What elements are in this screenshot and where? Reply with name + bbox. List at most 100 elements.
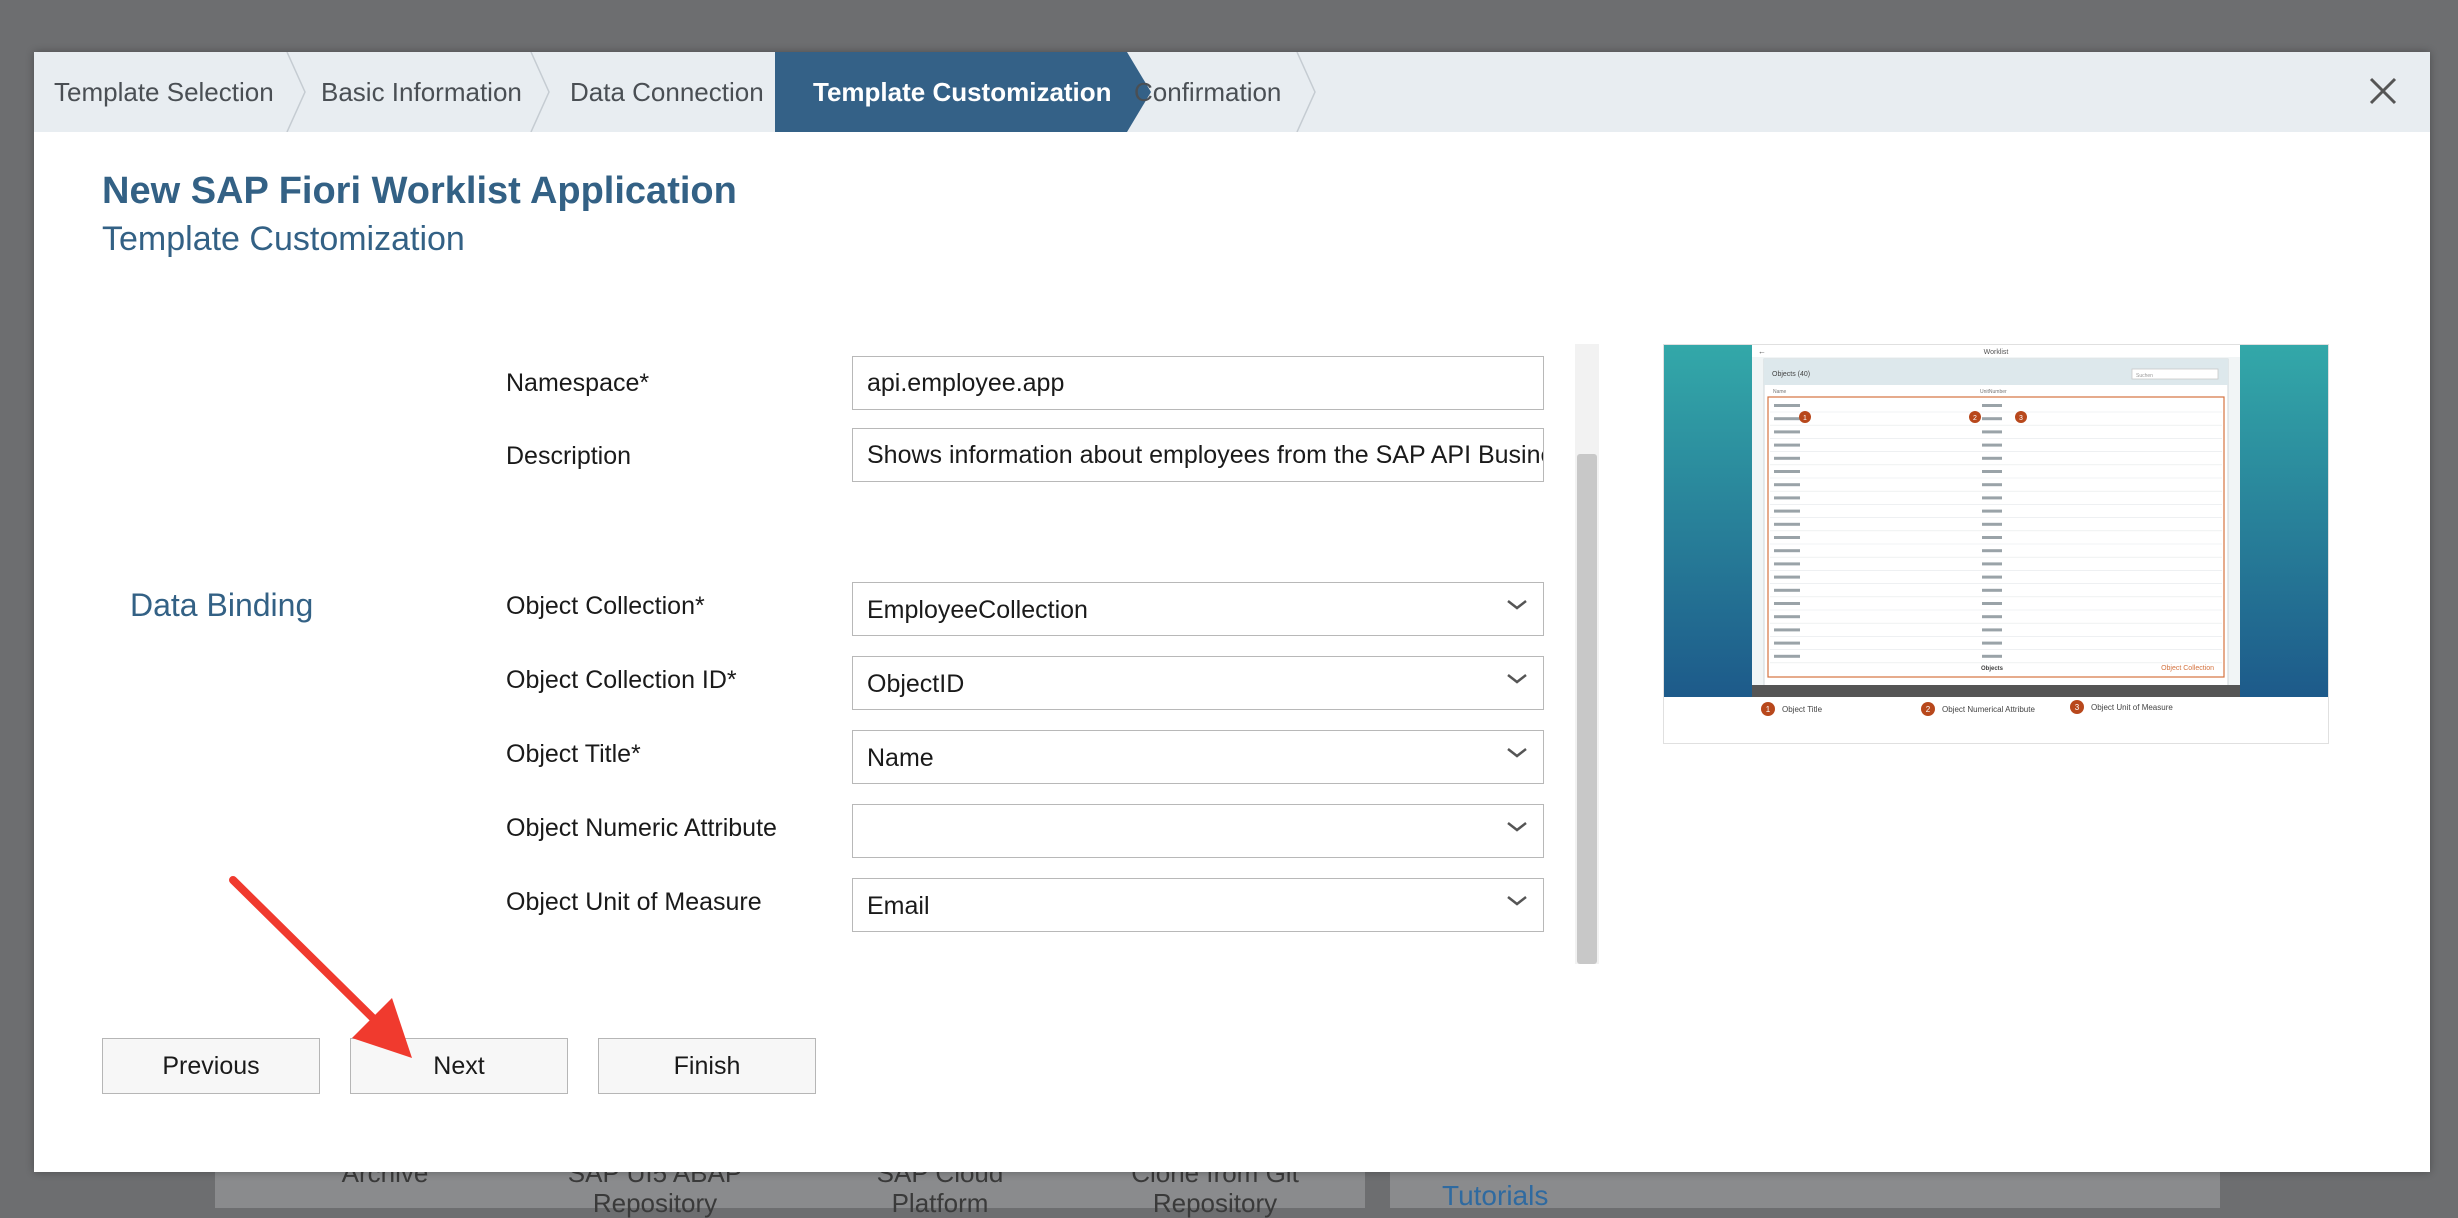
step-separator [1296,52,1316,132]
dialog-subtitle: Template Customization [102,220,465,258]
next-button[interactable]: Next [350,1038,568,1094]
template-preview-graphic: Worklist ← Objects (40) Suchen Name Unit… [1664,345,2328,716]
preview-row-value [1982,549,2002,553]
object-numeric-attribute-label: Object Numeric Attribute [506,814,777,842]
preview-row-name [1774,404,1800,407]
preview-row-value [1982,470,2002,473]
preview-footer-label: Objects [1981,666,2004,672]
object-unit-of-measure-value: Email [867,892,930,920]
wizard-step-bar: Template Selection Basic Information Dat… [34,52,2430,132]
step-data-connection[interactable]: Data Connection [570,52,764,132]
legend-object-title: Object Title [1782,705,1823,714]
description-label: Description [506,442,632,470]
chevron-down-icon [1507,822,1527,832]
previous-button[interactable]: Previous [102,1038,320,1094]
preview-badge-1-number: 1 [1803,415,1807,422]
object-numeric-attribute-select[interactable] [852,804,1544,858]
description-input[interactable]: Shows information about employees from t… [852,428,1544,482]
chevron-down-icon [1507,674,1527,684]
tutorials-link[interactable]: Tutorials [1442,1180,1548,1212]
legend-object-numerical-attribute: Object Numerical Attribute [1942,705,2035,714]
namespace-input[interactable]: api.employee.app [852,356,1544,410]
data-binding-label: Data Binding [130,587,314,623]
preview-row-name [1774,522,1800,526]
step-basic-information[interactable]: Basic Information [321,52,522,132]
object-collection-id-value: ObjectID [867,670,965,698]
preview-row-name [1774,443,1800,447]
preview-row-name [1774,456,1800,460]
preview-row-value [1982,404,2002,407]
preview-row-value [1982,443,2002,447]
step-confirmation[interactable]: Confirmation [1134,52,1281,132]
preview-row-name [1774,483,1800,487]
preview-app-bar-title: Worklist [1984,349,2009,356]
object-title-label: Object Title* [506,740,641,768]
legend-badge-3-number: 3 [2075,703,2080,712]
legend-badge-1-number: 1 [1766,705,1771,714]
preview-collection-label: Object Collection [2161,665,2214,672]
preview-row-value [1982,562,2002,566]
preview-row-name [1774,509,1800,513]
object-title-value: Name [867,744,934,772]
object-collection-label: Object Collection* [506,592,705,620]
preview-row-name [1774,549,1800,553]
preview-row-value [1982,417,2002,421]
step-template-customization[interactable]: Template Customization [813,52,1112,132]
legend-badge-2-number: 2 [1926,705,1931,714]
step-separator [530,52,550,132]
object-collection-select[interactable]: EmployeeCollection [852,582,1544,636]
chevron-down-icon [1507,600,1527,610]
preview-search-placeholder: Suchen [2136,373,2153,379]
preview-row-value [1982,509,2002,513]
preview-row-name [1774,602,1800,605]
object-collection-id-label: Object Collection ID* [506,666,737,694]
preview-list-title: Objects (40) [1772,371,1810,378]
preview-row-value [1982,536,2002,539]
preview-badge-2-number: 2 [1973,415,1977,422]
preview-row-value [1982,456,2002,460]
preview-row-value [1982,602,2002,605]
preview-app-footer [1752,685,2240,697]
preview-row-name [1774,562,1800,566]
preview-row-value [1982,641,2002,645]
preview-column-name: Name [1773,389,1787,395]
new-project-dialog: Template Selection Basic Information Dat… [34,52,2430,1172]
preview-row-value [1982,615,2002,619]
preview-back-icon: ← [1758,347,1766,356]
preview-badge-3-number: 3 [2019,415,2023,422]
object-unit-of-measure-select[interactable]: Email [852,878,1544,932]
preview-row-name [1774,588,1800,592]
preview-row-value [1982,522,2002,526]
namespace-label: Namespace* [506,369,650,397]
preview-row-name [1774,615,1800,619]
preview-row-value [1982,496,2002,500]
dialog-title: New SAP Fiori Worklist Application [102,170,737,212]
object-collection-id-select[interactable]: ObjectID [852,656,1544,710]
template-preview: Worklist ← Objects (40) Suchen Name Unit… [1663,344,2329,744]
preview-row-value [1982,483,2002,487]
preview-column-unit: UnitNumber [1980,389,2007,395]
object-collection-value: EmployeeCollection [867,596,1088,624]
preview-row-value [1982,654,2002,658]
preview-row-name [1774,641,1800,645]
preview-row-name [1774,430,1800,434]
finish-button[interactable]: Finish [598,1038,816,1094]
preview-row-value [1982,588,2002,592]
chevron-down-icon [1507,896,1527,906]
preview-row-name [1774,575,1800,579]
preview-row-name [1774,470,1800,473]
preview-row-name [1774,496,1800,500]
close-icon[interactable] [2366,74,2400,108]
object-title-select[interactable]: Name [852,730,1544,784]
preview-row-value [1982,575,2002,579]
form-scrollbar-thumb[interactable] [1577,454,1597,964]
preview-row-name [1774,628,1800,632]
preview-row-name [1774,536,1800,539]
chevron-down-icon [1507,748,1527,758]
preview-row-name [1774,654,1800,658]
object-unit-of-measure-label: Object Unit of Measure [506,888,762,916]
legend-object-unit-of-measure: Object Unit of Measure [2091,703,2173,712]
preview-row-value [1982,628,2002,632]
step-template-selection[interactable]: Template Selection [54,52,274,132]
preview-row-name [1774,417,1800,421]
